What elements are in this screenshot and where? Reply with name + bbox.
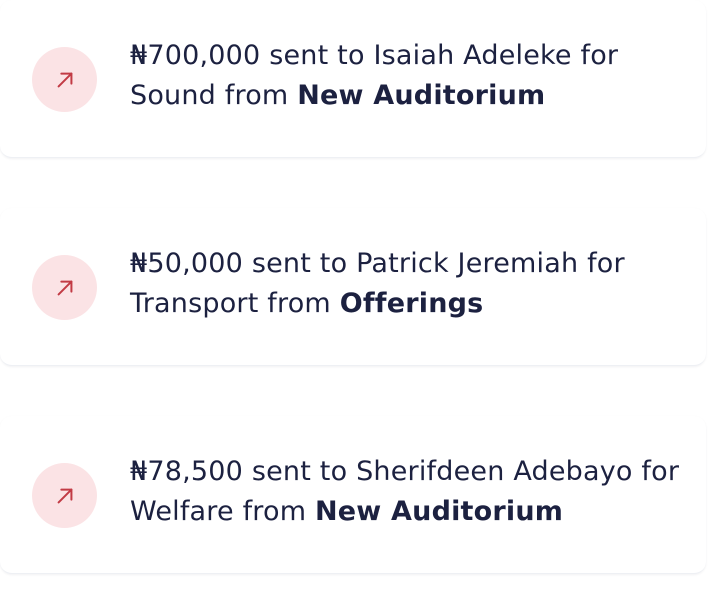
transaction-description: ₦700,000 sent to Isaiah Adeleke for Soun…	[130, 36, 690, 116]
transaction-source: Offerings	[339, 288, 484, 319]
transaction-description: ₦50,000 sent to Patrick Jeremiah for Tra…	[130, 244, 690, 324]
transaction-source: New Auditorium	[297, 80, 546, 111]
transaction-item[interactable]: ₦50,000 sent to Patrick Jeremiah for Tra…	[0, 208, 706, 366]
transaction-item[interactable]: ₦78,500 sent to Sherifdeen Adebayo for W…	[0, 416, 706, 574]
arrow-up-right-icon	[32, 47, 97, 112]
transaction-item[interactable]: ₦700,000 sent to Isaiah Adeleke for Soun…	[0, 0, 706, 158]
transaction-list: ₦700,000 sent to Isaiah Adeleke for Soun…	[0, 0, 728, 596]
arrow-up-right-icon	[32, 255, 97, 320]
transaction-amount: ₦50,000	[130, 248, 244, 279]
transaction-amount: ₦700,000	[130, 40, 261, 71]
transaction-description: ₦78,500 sent to Sherifdeen Adebayo for W…	[130, 452, 690, 532]
transaction-amount: ₦78,500	[130, 456, 244, 487]
arrow-up-right-icon	[32, 463, 97, 528]
transaction-source: New Auditorium	[315, 496, 564, 527]
